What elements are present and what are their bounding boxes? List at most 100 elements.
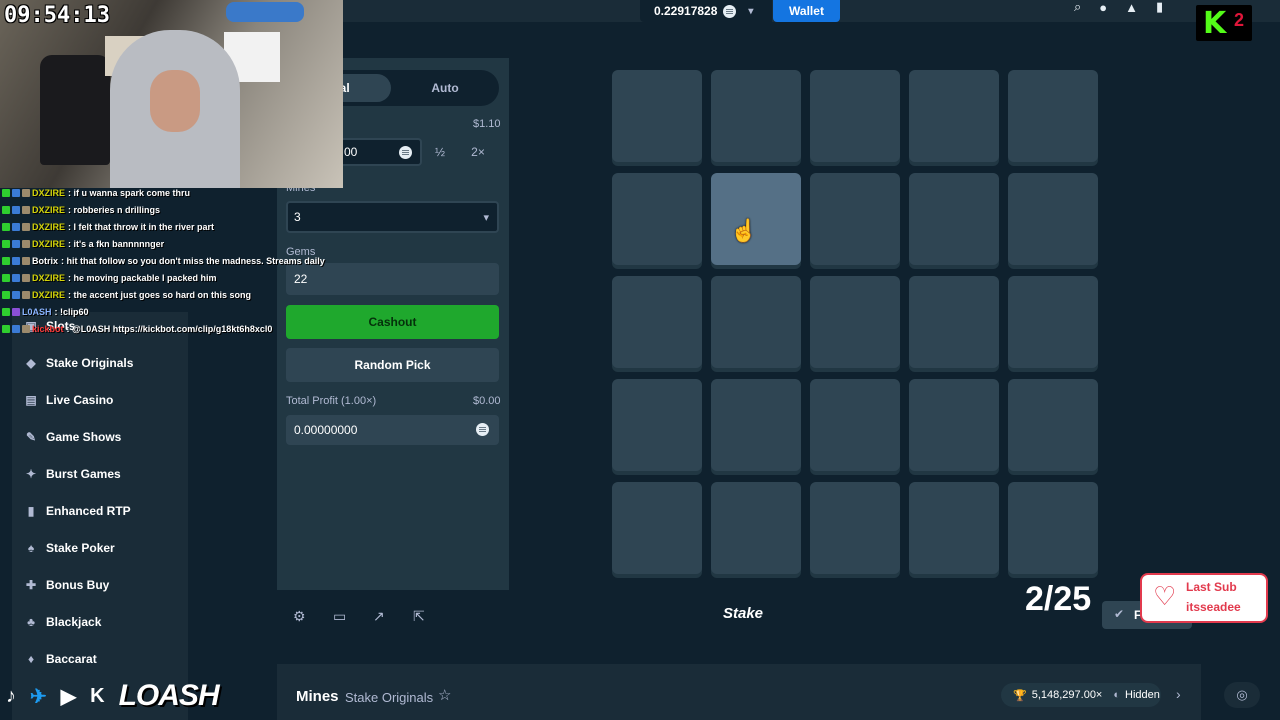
baccarat-icon: ♦ [27,652,35,666]
mine-tile[interactable] [909,276,999,368]
sidebar-item-stake-poker[interactable]: ♠ Stake Poker [24,537,115,559]
currency-icon [476,423,489,436]
mine-tile[interactable] [909,379,999,471]
blackjack-icon: ♣ [27,615,35,629]
half-bet-button[interactable]: ½ [421,138,459,166]
mine-tile[interactable] [1008,482,1098,574]
chat-line: DXZIRE: robberies n drillings [2,201,342,218]
profit-value: 0.00000000 [294,423,358,437]
mine-tile[interactable] [711,482,801,574]
mine-tile[interactable] [909,70,999,162]
random-pick-button[interactable]: Random Pick [286,348,499,382]
sidebar-item-label: Baccarat [46,652,97,666]
sidebar-item-label: Bonus Buy [46,578,110,592]
bell-icon[interactable]: ▲ [1125,0,1138,15]
twitter-icon: ✈ [30,685,47,708]
mine-tile[interactable] [810,482,900,574]
heart-icon: ♡ [1153,581,1177,611]
social-links: ♪ ✈ ▶ K LOASH [6,679,220,712]
mine-tile[interactable] [1008,276,1098,368]
mine-tile[interactable] [810,173,900,265]
sidebar-item-label: Enhanced RTP [46,504,131,518]
theatre-icon[interactable]: ▭ [333,608,346,625]
chat-line: kickbot: @L0ASH https://kickbot.com/clip… [2,320,342,337]
profit-label: Total Profit (1.00×) [286,395,377,407]
mine-tile[interactable] [711,276,801,368]
hidden-label: Hidden [1125,689,1160,701]
mine-tile[interactable] [612,276,702,368]
mine-tile[interactable] [810,276,900,368]
mine-tile[interactable] [1008,70,1098,162]
shield-icon: ✔ [1114,607,1125,621]
sidebar-item-label: Live Casino [46,393,114,407]
chevron-right-icon[interactable]: › [1176,686,1181,702]
kick-logo-icon: K [1203,6,1227,41]
mine-tile[interactable] [612,379,702,471]
mine-tile[interactable] [810,379,900,471]
sidebar-item-live-casino[interactable]: ▤ Live Casino [24,389,113,411]
kick-icon: K [90,684,105,707]
mine-tile[interactable] [1008,379,1098,471]
mine-tile[interactable] [612,482,702,574]
sidebar-item-blackjack[interactable]: ♣ Blackjack [24,611,101,633]
sidebar-item-burst-games[interactable]: ✦ Burst Games [24,463,121,485]
sidebar-item-label: Stake Originals [46,356,134,370]
game-shows-icon: ✎ [25,430,37,444]
wallet-button[interactable]: Wallet [773,0,840,22]
game-name: Mines [296,688,339,705]
originals-icon: ◆ [26,356,36,370]
mine-tile[interactable] [810,70,900,162]
poker-icon: ♠ [27,541,35,555]
chat-icon[interactable]: ▮ [1156,0,1163,15]
sidebar-item-game-shows[interactable]: ✎ Game Shows [24,426,121,448]
bonus-icon: ✚ [25,578,37,592]
max-win-value: 5,148,297.00× [1031,689,1103,701]
kick-count: 2 [1234,10,1245,30]
balance-display[interactable]: 0.22917828 ▾ [640,0,772,22]
chevron-down-icon: ▾ [748,5,754,17]
double-bet-button[interactable]: 2× [459,138,497,166]
profit-usd: $0.00 [473,395,501,407]
mine-tile[interactable] [909,482,999,574]
settings-icon[interactable]: ⚙ [293,608,306,625]
last-sub-title: Last Sub [1186,580,1237,594]
burst-icon: ✦ [25,467,37,481]
chat-line: L0ASH: !clip60 [2,303,342,320]
favorite-star-icon[interactable]: ☆ [438,686,451,704]
mine-tile[interactable] [1008,173,1098,265]
sidebar-item-label: Game Shows [46,430,122,444]
tab-auto[interactable]: Auto [395,74,495,102]
balance-value: 0.22917828 [654,4,718,18]
chat-line: DXZIRE: it's a fkn bannnnnger [2,235,342,252]
mine-tile[interactable] [711,70,801,162]
trophy-icon: 🏆 [1013,689,1027,702]
top-icons: ⌕ ● ▲ ▮ [1074,0,1163,15]
support-button[interactable]: ◎ [1224,682,1260,708]
mine-tile[interactable] [711,379,801,471]
sidebar-item-stake-originals[interactable]: ◆ Stake Originals [24,352,133,374]
bet-usd-value: $1.10 [473,118,501,130]
currency-icon [399,146,412,159]
gaming-chair [40,55,110,165]
chat-line: DXZIRE: if u wanna spark come thru [2,184,342,201]
search-icon[interactable]: ⌕ [1074,0,1081,15]
sidebar-item-label: Burst Games [46,467,121,481]
sidebar-item-label: Blackjack [46,615,102,629]
wall-sign [226,2,304,22]
chat-line: DXZIRE: I felt that throw it in the rive… [2,218,342,235]
stats-icon[interactable]: ↗ [373,608,385,625]
user-icon[interactable]: ● [1099,0,1107,15]
chat-line: Botrix: hit that follow so you don't mis… [2,252,342,269]
sidebar-item-bonus-buy[interactable]: ✚ Bonus Buy [24,574,109,596]
profit-field: 0.00000000 [286,415,499,445]
mine-tile[interactable] [909,173,999,265]
game-category[interactable]: Stake Originals [345,690,433,705]
sidebar-item-enhanced-rtp[interactable]: ▮ Enhanced RTP [24,500,131,522]
rtp-icon: ▮ [27,504,35,518]
popout-icon[interactable]: ⇱ [413,608,425,625]
sidebar-item-baccarat[interactable]: ♦ Baccarat [24,648,97,670]
mine-tile[interactable] [612,70,702,162]
max-win-pill[interactable]: 🏆 5,148,297.00× ◐ Hidden [1001,683,1161,707]
youtube-icon: ▶ [60,685,77,708]
mine-tile[interactable] [612,173,702,265]
